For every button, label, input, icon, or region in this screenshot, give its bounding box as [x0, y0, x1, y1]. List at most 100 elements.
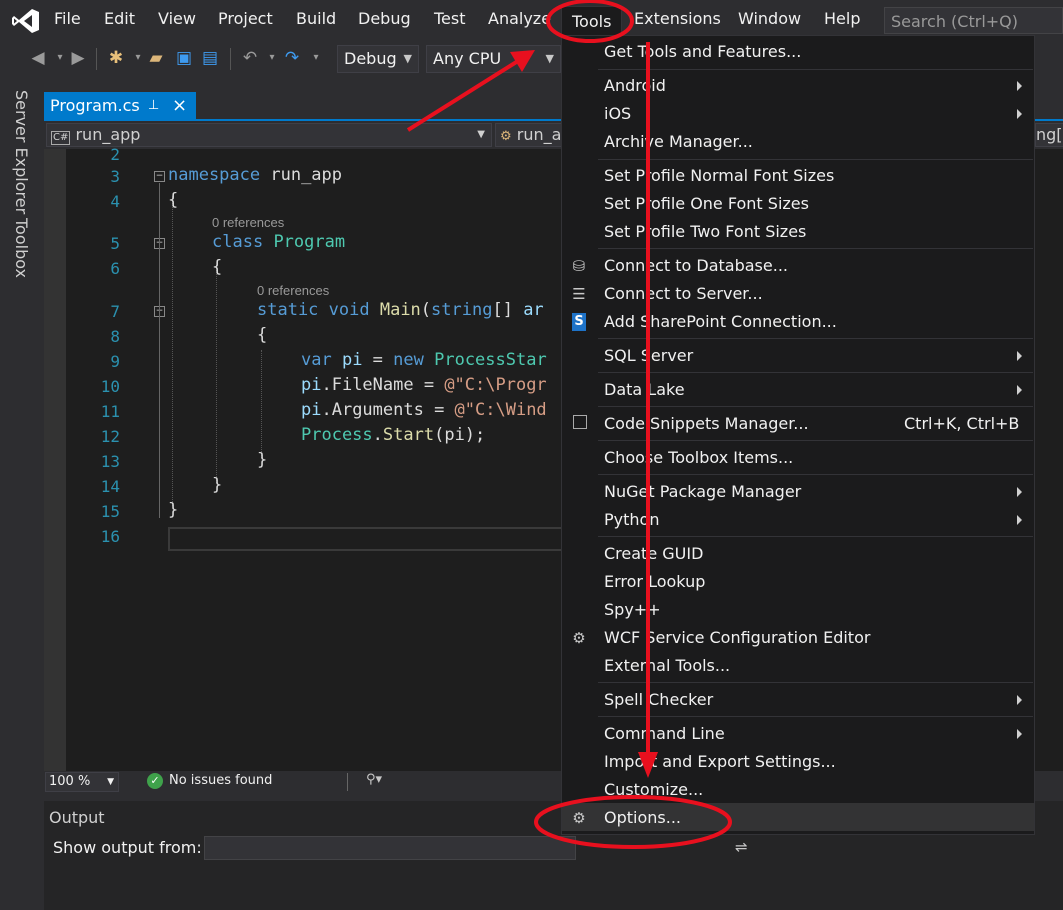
word-wrap-icon[interactable]: ⇌ — [735, 838, 748, 856]
menu-build[interactable]: Build — [296, 9, 336, 28]
menu-separator — [598, 248, 1033, 249]
tab-label: Program.cs — [50, 96, 140, 115]
open-folder-icon[interactable]: ▰ — [146, 48, 166, 68]
toolbox-tab[interactable]: Toolbox — [12, 218, 31, 278]
menu-project[interactable]: Project — [218, 9, 273, 28]
code-token: class — [212, 232, 264, 252]
undo-dropdown-icon[interactable]: ▾ — [262, 48, 282, 68]
search-input[interactable]: Search (Ctrl+Q) — [884, 7, 1063, 34]
code-token: pi — [301, 375, 322, 395]
menu-item-options[interactable]: Options... — [604, 808, 681, 827]
class-dropdown[interactable]: ⚙ run_a — [495, 123, 563, 147]
save-icon[interactable]: ▣ — [174, 48, 194, 68]
redo-icon[interactable]: ↷ — [282, 48, 302, 68]
menu-item-archive-manager[interactable]: Archive Manager... — [604, 132, 753, 151]
menu-view[interactable]: View — [158, 9, 196, 28]
menu-item-external-tools[interactable]: External Tools... — [604, 656, 730, 675]
menu-item-import-export[interactable]: Import and Export Settings... — [604, 752, 836, 771]
menu-item-choose-toolbox[interactable]: Choose Toolbox Items... — [604, 448, 793, 467]
code-line-7[interactable]: static void Main(string[] ar — [257, 300, 544, 320]
menu-item-connect-server[interactable]: Connect to Server... — [604, 284, 763, 303]
submenu-arrow-icon — [1017, 81, 1022, 91]
menu-extensions[interactable]: Extensions — [634, 9, 721, 28]
line-number: 11 — [100, 402, 120, 421]
code-line-4[interactable]: { — [168, 190, 178, 210]
code-line-9[interactable]: var pi = new ProcessStar — [301, 350, 547, 370]
platform-dropdown[interactable]: Any CPU ▼ — [426, 45, 561, 73]
forward-icon[interactable]: ▶ — [68, 48, 88, 68]
tab-program-cs[interactable]: Program.cs ⊥ × — [44, 92, 196, 119]
undo-icon[interactable]: ↶ — [240, 48, 260, 68]
menu-item-command-line[interactable]: Command Line — [604, 724, 725, 743]
menu-item-profile-two[interactable]: Set Profile Two Font Sizes — [604, 222, 806, 241]
code-line-6[interactable]: { — [212, 257, 222, 277]
code-token: var — [301, 350, 332, 370]
menu-item-data-lake[interactable]: Data Lake — [604, 380, 685, 399]
code-line-3[interactable]: namespace run_app — [168, 165, 342, 185]
menu-file[interactable]: File — [54, 9, 81, 28]
code-line-15[interactable]: } — [168, 500, 178, 520]
code-line-5[interactable]: class Program — [212, 232, 345, 252]
menu-item-profile-normal[interactable]: Set Profile Normal Font Sizes — [604, 166, 834, 185]
menu-test[interactable]: Test — [434, 9, 466, 28]
back-icon[interactable]: ◀ — [28, 48, 48, 68]
pin-icon[interactable]: ⊥ — [148, 92, 159, 119]
menu-item-nuget[interactable]: NuGet Package Manager — [604, 482, 801, 501]
configuration-dropdown[interactable]: Debug ▼ — [337, 45, 419, 73]
member-dropdown[interactable]: ng[ — [1035, 123, 1063, 147]
menu-item-create-guid[interactable]: Create GUID — [604, 544, 703, 563]
menu-item-error-lookup[interactable]: Error Lookup — [604, 572, 705, 591]
collapse-icon[interactable]: − — [154, 171, 165, 182]
menu-separator — [598, 338, 1033, 339]
line-number: 10 — [100, 377, 120, 396]
codelens-references[interactable]: 0 references — [212, 215, 284, 230]
menu-tools[interactable]: Tools — [561, 6, 623, 37]
menu-analyze[interactable]: Analyze — [488, 9, 551, 28]
menu-item-get-tools[interactable]: Get Tools and Features... — [604, 42, 801, 61]
redo-dropdown-icon[interactable]: ▾ — [306, 48, 326, 68]
new-dropdown-icon[interactable]: ▾ — [128, 48, 148, 68]
chevron-down-icon: ▼ — [403, 52, 412, 65]
menu-edit[interactable]: Edit — [104, 9, 135, 28]
close-icon[interactable]: × — [172, 92, 187, 119]
code-line-14[interactable]: } — [212, 475, 222, 495]
zoom-dropdown[interactable]: 100 % ▼ — [45, 772, 119, 792]
menu-item-python[interactable]: Python — [604, 510, 659, 529]
menu-item-sharepoint[interactable]: Add SharePoint Connection... — [604, 312, 837, 331]
menu-item-spy[interactable]: Spy++ — [604, 600, 661, 619]
menu-item-wcf-editor[interactable]: WCF Service Configuration Editor — [604, 628, 870, 647]
line-number: 13 — [100, 452, 120, 471]
issues-status[interactable]: No issues found — [169, 773, 272, 788]
menu-separator — [598, 474, 1033, 475]
output-source-dropdown[interactable] — [204, 836, 576, 860]
broom-icon[interactable]: ⚲▾ — [366, 772, 382, 787]
server-explorer-tab[interactable]: Server Explorer — [12, 90, 31, 214]
line-number: 2 — [110, 145, 120, 164]
line-number: 9 — [110, 352, 120, 371]
back-dropdown-icon[interactable]: ▾ — [50, 48, 70, 68]
save-all-icon[interactable]: ▤ — [200, 48, 220, 68]
menu-item-spell-checker[interactable]: Spell Checker — [604, 690, 713, 709]
menu-item-android[interactable]: Android — [604, 76, 666, 95]
gear-icon: ⚙ — [572, 809, 586, 827]
menu-item-sql-server[interactable]: SQL Server — [604, 346, 693, 365]
submenu-arrow-icon — [1017, 487, 1022, 497]
code-line-12[interactable]: Process.Start(pi); — [301, 425, 485, 445]
new-project-icon[interactable]: ✱ — [106, 48, 126, 68]
menu-item-profile-one[interactable]: Set Profile One Font Sizes — [604, 194, 809, 213]
menu-item-ios[interactable]: iOS — [604, 104, 631, 123]
code-token: [] — [492, 300, 524, 320]
code-line-8[interactable]: { — [257, 325, 267, 345]
code-line-13[interactable]: } — [257, 450, 267, 470]
menu-item-customize[interactable]: Customize... — [604, 780, 703, 799]
menu-help[interactable]: Help — [824, 9, 860, 28]
menu-debug[interactable]: Debug — [358, 9, 411, 28]
code-line-11[interactable]: pi.Arguments = @"C:\Wind — [301, 400, 547, 420]
menu-item-connect-database[interactable]: Connect to Database... — [604, 256, 788, 275]
codelens-references[interactable]: 0 references — [257, 283, 329, 298]
menu-window[interactable]: Window — [738, 9, 801, 28]
menu-item-code-snippets[interactable]: Code Snippets Manager... — [604, 414, 809, 433]
project-dropdown[interactable]: C# run_app ▼ — [46, 123, 492, 147]
visual-studio-logo-icon[interactable] — [12, 8, 40, 34]
code-line-10[interactable]: pi.FileName = @"C:\Progr — [301, 375, 547, 395]
